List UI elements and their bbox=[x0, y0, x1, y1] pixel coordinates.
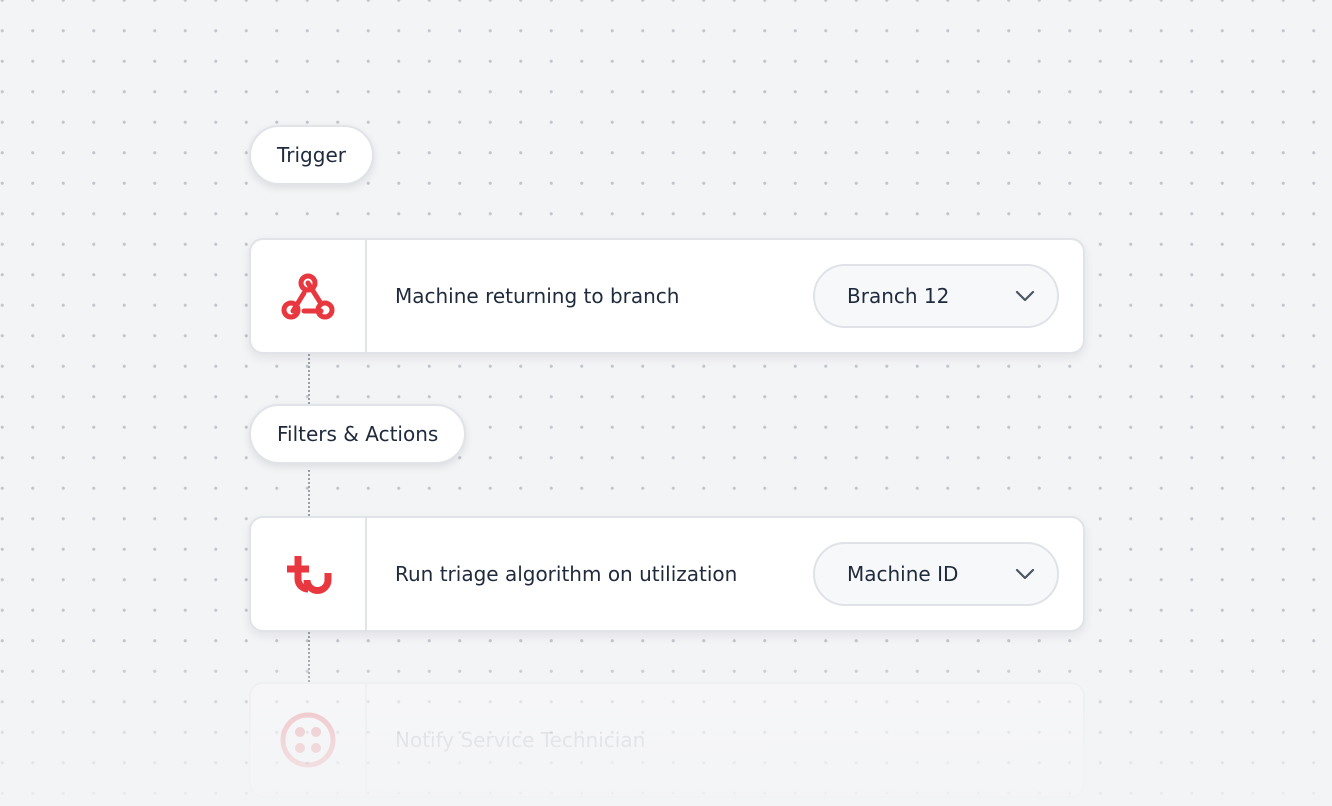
machine-id-select[interactable]: Machine ID bbox=[813, 542, 1059, 606]
step-title: Run triage algorithm on utilization bbox=[395, 562, 738, 586]
step-icon-cell bbox=[251, 518, 367, 630]
connector-line bbox=[308, 354, 310, 404]
step-title: Machine returning to branch bbox=[395, 284, 680, 308]
chevron-down-icon bbox=[1015, 290, 1035, 302]
select-value: Machine ID bbox=[847, 562, 959, 586]
action-step-card[interactable]: Run triage algorithm on utilization Mach… bbox=[249, 516, 1085, 632]
filters-label-text: Filters & Actions bbox=[277, 422, 439, 446]
step-icon-cell bbox=[251, 684, 367, 796]
trigger-step-card[interactable]: Machine returning to branch Branch 12 bbox=[249, 238, 1085, 354]
connector-line bbox=[308, 470, 310, 516]
twilio-icon bbox=[280, 712, 336, 768]
select-value: Branch 12 bbox=[847, 284, 950, 308]
chevron-down-icon bbox=[1015, 568, 1035, 580]
step-icon-cell bbox=[251, 240, 367, 352]
trigger-label-text: Trigger bbox=[277, 143, 346, 167]
triage-icon bbox=[287, 556, 332, 594]
webhook-icon bbox=[281, 273, 335, 320]
branch-select[interactable]: Branch 12 bbox=[813, 264, 1059, 328]
step-title: Notify Service Technician bbox=[395, 728, 646, 752]
notify-step-card[interactable]: Notify Service Technician bbox=[249, 682, 1085, 798]
trigger-section-label: Trigger bbox=[249, 125, 374, 185]
connector-line bbox=[308, 632, 310, 682]
filters-actions-section-label: Filters & Actions bbox=[249, 404, 467, 464]
